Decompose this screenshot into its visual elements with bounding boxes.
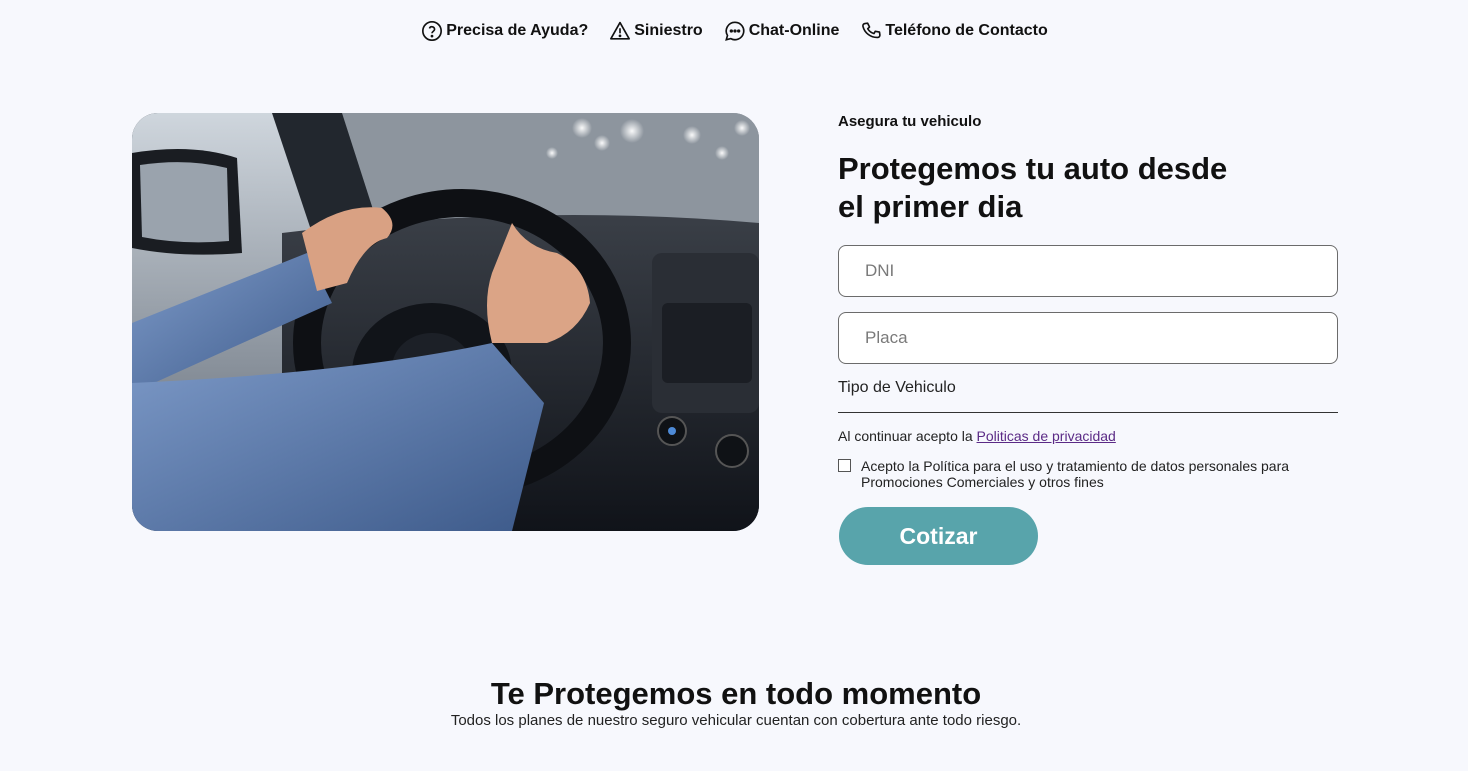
quote-form: Asegura tu vehiculo Protegemos tu auto d… <box>838 112 1338 565</box>
nav-phone-label: Teléfono de Contacto <box>885 22 1048 39</box>
dni-input[interactable] <box>838 245 1338 297</box>
nav-chat-link[interactable]: Chat-Online <box>723 19 840 43</box>
nav-chat-label: Chat-Online <box>748 22 840 39</box>
nav-phone-link[interactable]: Teléfono de Contacto <box>859 19 1048 43</box>
privacy-notice: Al continuar acepto la Politicas de priv… <box>838 428 1116 444</box>
nav-siniestro-label: Siniestro <box>634 22 703 39</box>
nav-help-label: Precisa de Ayuda? <box>446 22 589 39</box>
vehicle-type-label: Tipo de Vehiculo <box>838 379 956 396</box>
consent-checkbox[interactable] <box>838 459 851 472</box>
consent-text: Acepto la Política para el uso y tratami… <box>861 458 1290 490</box>
section-subtitle: Todos los planes de nuestro seguro vehic… <box>450 712 1022 729</box>
cotizar-button[interactable]: Cotizar <box>839 507 1038 565</box>
section-title: Te Protegemos en todo momento <box>490 676 982 711</box>
warning-triangle-icon <box>608 19 632 43</box>
question-circle-icon <box>420 19 444 43</box>
privacy-policy-link[interactable]: Politicas de privacidad <box>977 428 1116 444</box>
consent-row: Acepto la Política para el uso y tratami… <box>838 458 1338 490</box>
nav-help-link[interactable]: Precisa de Ayuda? <box>420 19 588 43</box>
privacy-prefix: Al continuar acepto la <box>838 428 977 444</box>
placa-input[interactable] <box>838 312 1338 364</box>
phone-icon <box>859 19 883 43</box>
vehicle-type-select[interactable]: Tipo de Vehiculo <box>838 376 1338 413</box>
chat-bubble-icon <box>723 19 747 43</box>
nav-siniestro-link[interactable]: Siniestro <box>608 19 703 43</box>
form-headline: Protegemos tu auto desde el primer dia <box>838 151 1228 224</box>
top-nav: Precisa de Ayuda? Siniestro Chat-Online … <box>0 18 1468 44</box>
hero-image-driver <box>132 113 759 531</box>
form-eyebrow: Asegura tu vehiculo <box>838 113 982 130</box>
